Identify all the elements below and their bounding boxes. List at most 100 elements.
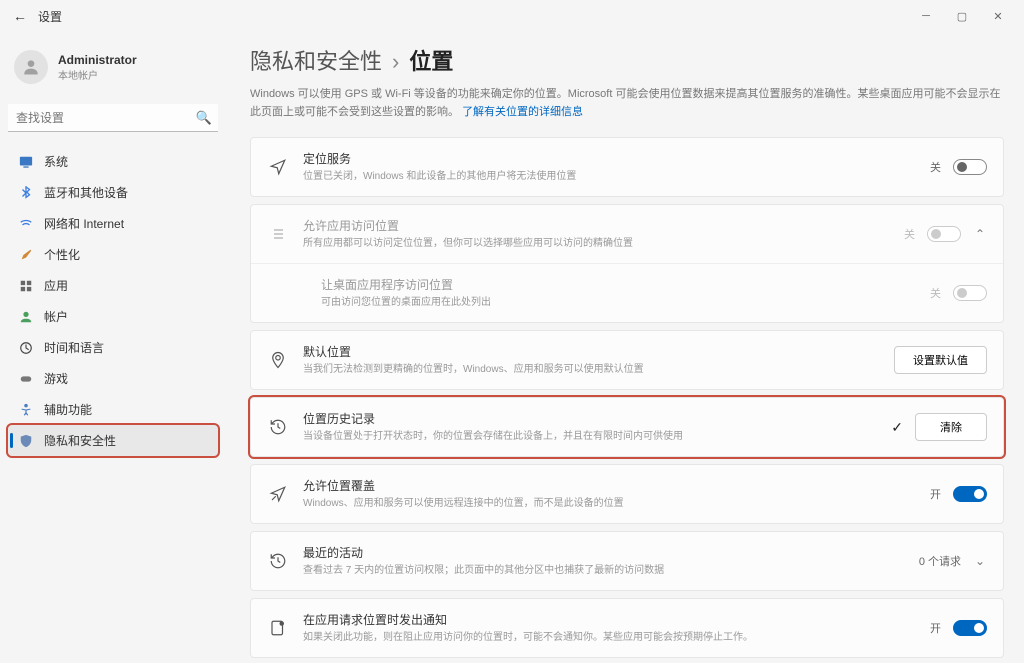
row-recent-activity[interactable]: 最近的活动 查看过去 7 天内的位置访问权限；此页面中的其他分区中也捕获了最新的… [251,532,1003,590]
minimize-button[interactable]: ─ [908,2,944,30]
state-label: 关 [930,159,941,175]
row-title: 最近的活动 [303,544,905,561]
map-pin-icon [267,351,289,369]
search-input[interactable] [8,104,218,132]
nav-apps[interactable]: 应用 [8,270,218,301]
state-label: 开 [930,620,941,636]
apps-icon [18,278,34,294]
user-card[interactable]: Administrator 本地帐户 [8,42,218,92]
card-location-history: 位置历史记录 当设备位置处于打开状态时，你的位置会存储在此设备上，并且在有限时间… [250,397,1004,457]
row-sub: 所有应用都可以访问定位位置，但你可以选择哪些应用可以访问的精确位置 [303,237,890,251]
row-sub: 可由访问您位置的桌面应用在此处列出 [321,296,916,310]
row-location-override[interactable]: 允许位置覆盖 Windows、应用和服务可以使用远程连接中的位置，而不是此设备的… [251,465,1003,523]
row-location-history[interactable]: 位置历史记录 当设备位置处于打开状态时，你的位置会存储在此设备上，并且在有限时间… [251,398,1003,456]
nav-label: 蓝牙和其他设备 [44,184,128,201]
wifi-icon [18,216,34,232]
nav-label: 系统 [44,153,68,170]
row-desktop-apps[interactable]: 让桌面应用程序访问位置 可由访问您位置的桌面应用在此处列出 关 [251,263,1003,322]
row-sub: 查看过去 7 天内的位置访问权限；此页面中的其他分区中也捕获了最新的访问数据 [303,564,905,578]
check-icon: ✓ [891,419,903,436]
row-title: 位置历史记录 [303,410,877,427]
override-toggle[interactable] [953,486,987,502]
location-service-toggle[interactable] [953,159,987,175]
page-description: Windows 可以使用 GPS 或 Wi-Fi 等设备的功能来确定你的位置。M… [250,86,1004,121]
set-default-button[interactable]: 设置默认值 [894,346,987,374]
notify-toggle[interactable] [953,620,987,636]
account-icon [18,309,34,325]
row-location-service[interactable]: 定位服务 位置已关闭，Windows 和此设备上的其他用户将无法使用位置 关 [251,138,1003,196]
nav-label: 帐户 [44,308,68,325]
bluetooth-icon [18,185,34,201]
allow-apps-toggle[interactable] [927,226,961,242]
card-location-override: 允许位置覆盖 Windows、应用和服务可以使用远程连接中的位置，而不是此设备的… [250,464,1004,524]
clock-icon [18,340,34,356]
card-location-service: 定位服务 位置已关闭，Windows 和此设备上的其他用户将无法使用位置 关 [250,137,1004,197]
state-label: 关 [904,226,915,242]
content: 隐私和安全性 › 位置 Windows 可以使用 GPS 或 Wi-Fi 等设备… [226,32,1024,663]
card-notify: 在应用请求位置时发出通知 如果关闭此功能，则在阻止应用访问你的位置时，可能不会通… [250,598,1004,658]
card-allow-apps: 允许应用访问位置 所有应用都可以访问定位位置，但你可以选择哪些应用可以访问的精确… [250,204,1004,323]
close-button[interactable]: ✕ [980,2,1016,30]
system-icon [18,154,34,170]
breadcrumb-parent[interactable]: 隐私和安全性 [250,44,382,76]
nav-label: 游戏 [44,370,68,387]
nav-personalization[interactable]: 个性化 [8,239,218,270]
page-title: 位置 [409,44,453,76]
chevron-right-icon: › [392,49,399,75]
back-button[interactable]: ← [8,8,32,24]
override-icon [267,485,289,503]
notification-icon [267,619,289,637]
row-sub: 位置已关闭，Windows 和此设备上的其他用户将无法使用位置 [303,170,916,184]
row-allow-apps[interactable]: 允许应用访问位置 所有应用都可以访问定位位置，但你可以选择哪些应用可以访问的精确… [251,205,1003,263]
learn-more-link[interactable]: 了解有关位置的详细信息 [462,106,583,118]
state-label: 关 [930,285,941,301]
row-sub: Windows、应用和服务可以使用远程连接中的位置，而不是此设备的位置 [303,497,916,511]
clear-history-button[interactable]: 清除 [915,413,987,441]
nav-gaming[interactable]: 游戏 [8,363,218,394]
nav-label: 隐私和安全性 [44,432,116,449]
desc-text: Windows 可以使用 GPS 或 Wi-Fi 等设备的功能来确定你的位置。M… [250,88,1000,118]
user-sub: 本地帐户 [58,67,137,82]
row-sub: 当我们无法检测到更精确的位置时，Windows、应用和服务可以使用默认位置 [303,363,880,377]
row-title: 允许位置覆盖 [303,477,916,494]
nav-accounts[interactable]: 帐户 [8,301,218,332]
nav-system[interactable]: 系统 [8,146,218,177]
brush-icon [18,247,34,263]
nav-list: 系统 蓝牙和其他设备 网络和 Internet 个性化 应用 帐户 时间和语言 … [8,146,218,456]
user-name: Administrator [58,53,137,67]
chevron-up-icon[interactable]: ⌃ [973,227,987,241]
nav-accessibility[interactable]: 辅助功能 [8,394,218,425]
gamepad-icon [18,371,34,387]
card-recent-activity: 最近的活动 查看过去 7 天内的位置访问权限；此页面中的其他分区中也捕获了最新的… [250,531,1004,591]
search-box: 🔍 [8,104,218,132]
nav-privacy[interactable]: 隐私和安全性 [8,425,218,456]
row-notify[interactable]: 在应用请求位置时发出通知 如果关闭此功能，则在阻止应用访问你的位置时，可能不会通… [251,599,1003,657]
avatar [14,50,48,84]
nav-label: 网络和 Internet [44,215,124,232]
history-icon [267,418,289,436]
row-title: 默认位置 [303,343,880,360]
nav-time[interactable]: 时间和语言 [8,332,218,363]
breadcrumb: 隐私和安全性 › 位置 [250,44,1004,76]
list-icon [267,226,289,242]
chevron-down-icon[interactable]: ⌄ [973,554,987,568]
card-default-location: 默认位置 当我们无法检测到更精确的位置时，Windows、应用和服务可以使用默认… [250,330,1004,390]
nav-label: 时间和语言 [44,339,104,356]
nav-bluetooth[interactable]: 蓝牙和其他设备 [8,177,218,208]
nav-network[interactable]: 网络和 Internet [8,208,218,239]
row-default-location[interactable]: 默认位置 当我们无法检测到更精确的位置时，Windows、应用和服务可以使用默认… [251,331,1003,389]
maximize-button[interactable]: ▢ [944,2,980,30]
sidebar: Administrator 本地帐户 🔍 系统 蓝牙和其他设备 网络和 Inte… [0,32,226,663]
nav-label: 个性化 [44,246,80,263]
accessibility-icon [18,402,34,418]
history-icon [267,552,289,570]
titlebar: ← 设置 ─ ▢ ✕ [0,0,1024,32]
search-icon: 🔍 [196,110,212,126]
row-title: 定位服务 [303,150,916,167]
desktop-apps-toggle[interactable] [953,285,987,301]
row-title: 在应用请求位置时发出通知 [303,611,916,628]
nav-label: 辅助功能 [44,401,92,418]
row-title: 让桌面应用程序访问位置 [321,276,916,293]
window-title: 设置 [38,8,62,25]
state-label: 开 [930,486,941,502]
